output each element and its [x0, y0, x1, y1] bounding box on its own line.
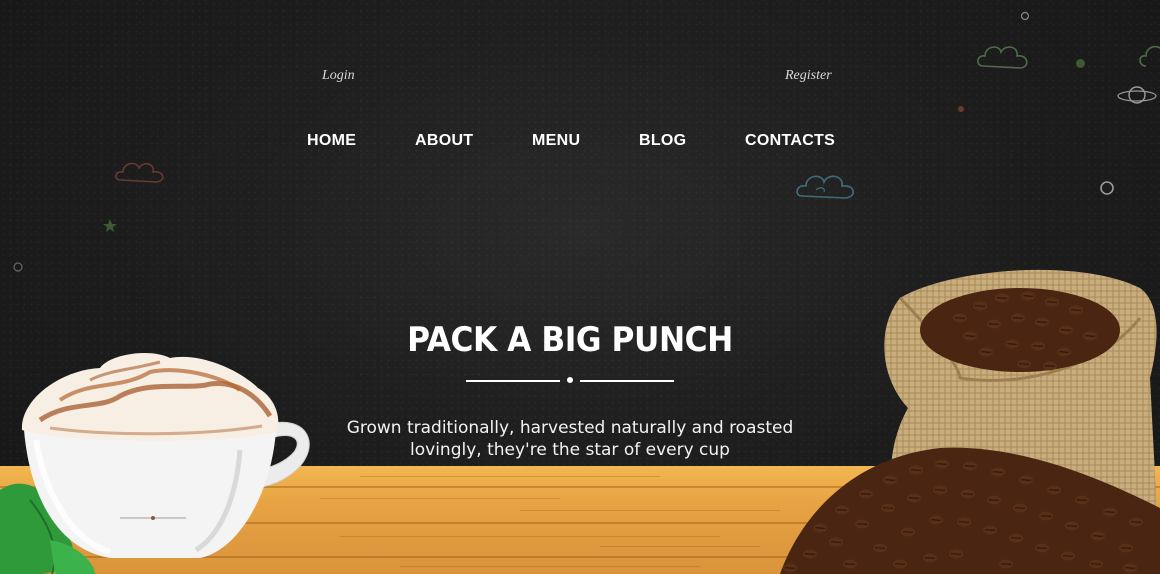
- coffee-cup-image: [0, 353, 310, 574]
- chalk-circle-icon: [1100, 181, 1114, 195]
- register-link[interactable]: Register: [785, 68, 832, 84]
- chalk-planet-icon: [1117, 86, 1157, 104]
- hero-section: Login Register HOME ABOUT MENU BLOG CONT…: [0, 0, 1160, 574]
- nav-item-about[interactable]: ABOUT: [415, 132, 473, 150]
- login-link[interactable]: Login: [322, 68, 355, 84]
- chalk-circle-icon: [13, 262, 23, 272]
- title-divider-left: [466, 380, 560, 382]
- chalk-circle-icon: [1020, 11, 1030, 21]
- title-divider-dot: [567, 377, 573, 383]
- chalk-cloud-icon: [1139, 45, 1160, 67]
- title-divider-right: [580, 380, 674, 382]
- nav-item-home[interactable]: HOME: [307, 132, 356, 150]
- chalk-cloud-icon: [115, 162, 164, 183]
- coffee-beans-sack-image: [780, 269, 1160, 574]
- nav-item-menu[interactable]: MENU: [532, 132, 580, 150]
- nav-item-blog[interactable]: BLOG: [639, 132, 686, 150]
- hero-subtitle: Grown traditionally, harvested naturally…: [346, 418, 794, 460]
- nav-item-contacts[interactable]: CONTACTS: [745, 132, 835, 150]
- chalk-star-icon: [103, 219, 117, 232]
- chalk-cloud-icon: [796, 175, 854, 199]
- chalk-dot-icon: [1076, 59, 1085, 68]
- chalk-dot-icon: [958, 106, 964, 112]
- chalk-cloud-icon: [977, 46, 1028, 69]
- main-nav: HOME ABOUT MENU BLOG CONTACTS: [0, 132, 1160, 152]
